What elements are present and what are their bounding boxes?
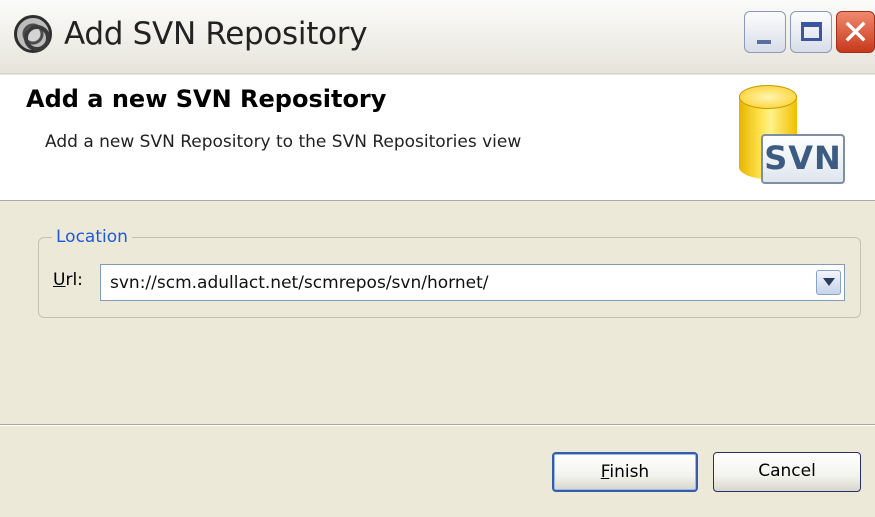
- page-description: Add a new SVN Repository to the SVN Repo…: [45, 132, 522, 152]
- dialog-window: Add SVN Repository ✕ Add a new SVN Repos…: [0, 0, 875, 517]
- url-label: Url:: [53, 270, 83, 290]
- maximize-icon: [801, 22, 822, 41]
- maximize-button[interactable]: [790, 11, 832, 53]
- cancel-button[interactable]: Cancel: [713, 452, 861, 492]
- svn-badge: SVN: [761, 134, 845, 184]
- url-label-mnemonic: U: [53, 270, 66, 290]
- finish-button[interactable]: Finish: [552, 452, 698, 492]
- url-input[interactable]: [101, 265, 807, 300]
- title-bar[interactable]: Add SVN Repository ✕: [0, 0, 875, 74]
- window-title: Add SVN Repository: [64, 16, 368, 52]
- url-label-rest: rl:: [65, 270, 83, 290]
- database-cylinder-top: [739, 85, 797, 109]
- close-icon: ✕: [841, 13, 870, 53]
- location-group-label: Location: [52, 227, 132, 247]
- url-combobox[interactable]: [100, 264, 845, 301]
- url-dropdown-button[interactable]: [816, 270, 841, 295]
- wizard-banner: Add a new SVN Repository Add a new SVN R…: [0, 75, 875, 201]
- button-bar-separator: [0, 424, 875, 426]
- close-button[interactable]: ✕: [836, 11, 875, 53]
- page-title: Add a new SVN Repository: [26, 85, 387, 113]
- minimize-icon: [757, 40, 771, 44]
- chevron-down-icon: [823, 278, 835, 286]
- gear-icon[interactable]: [14, 15, 52, 53]
- finish-label-rest: inish: [609, 462, 650, 482]
- svn-logo-icon: SVN: [733, 79, 848, 191]
- minimize-button[interactable]: [744, 11, 786, 53]
